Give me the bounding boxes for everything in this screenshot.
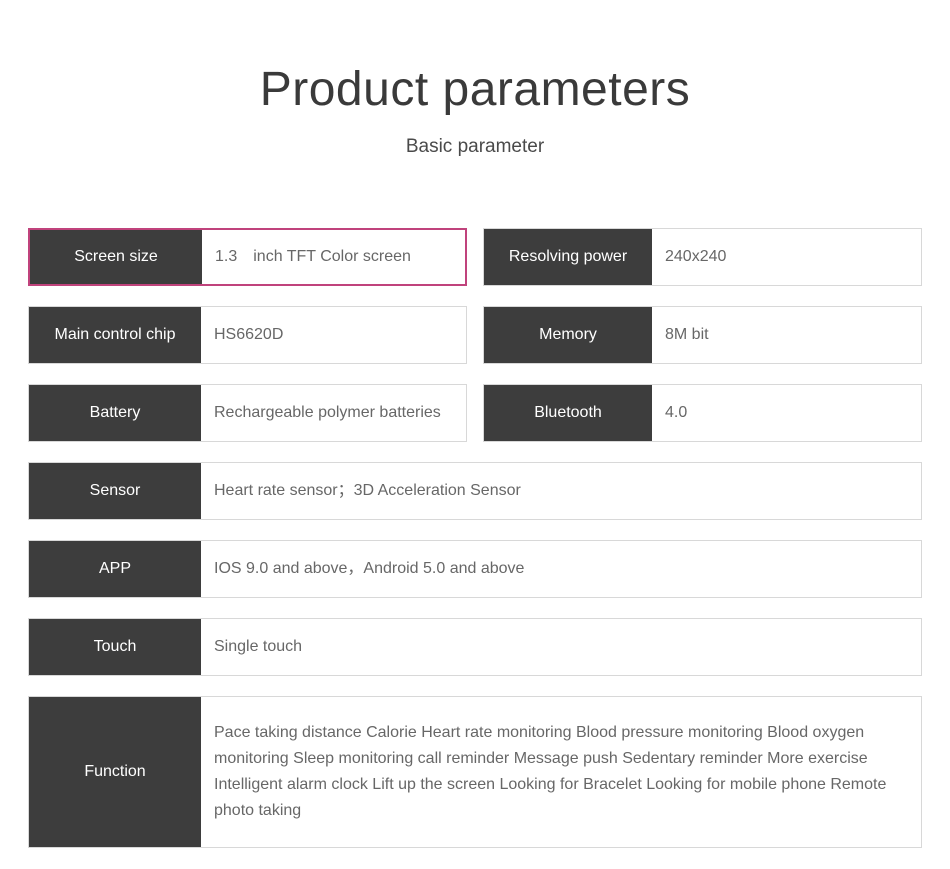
- param-value-battery: Rechargeable polymer batteries: [201, 385, 466, 441]
- param-row-memory[interactable]: Memory 8M bit: [483, 306, 922, 364]
- param-label-screen-size: Screen size: [30, 230, 202, 284]
- table-row: Touch Single touch: [28, 618, 922, 676]
- product-parameters-page: Product parameters Basic parameter Scree…: [0, 0, 950, 869]
- param-value-main-control-chip: HS6620D: [201, 307, 466, 363]
- param-row-touch[interactable]: Touch Single touch: [28, 618, 922, 676]
- param-label-battery: Battery: [29, 385, 201, 441]
- param-label-memory: Memory: [484, 307, 652, 363]
- table-row: APP IOS 9.0 and above，Android 5.0 and ab…: [28, 540, 922, 598]
- param-row-screen-size[interactable]: Screen size 1.3 inch TFT Color screen: [28, 228, 467, 286]
- param-row-app[interactable]: APP IOS 9.0 and above，Android 5.0 and ab…: [28, 540, 922, 598]
- param-value-screen-size: 1.3 inch TFT Color screen: [202, 230, 465, 284]
- param-row-sensor[interactable]: Sensor Heart rate sensor；3D Acceleration…: [28, 462, 922, 520]
- param-value-sensor: Heart rate sensor；3D Acceleration Sensor: [201, 463, 921, 519]
- table-row: Sensor Heart rate sensor；3D Acceleration…: [28, 462, 922, 520]
- page-subtitle: Basic parameter: [405, 136, 545, 157]
- param-label-function: Function: [29, 697, 201, 847]
- param-value-app: IOS 9.0 and above，Android 5.0 and above: [201, 541, 921, 597]
- parameters-table: Screen size 1.3 inch TFT Color screen Re…: [28, 228, 922, 868]
- table-row: Function Pace taking distance Calorie He…: [28, 696, 922, 848]
- param-row-resolving-power[interactable]: Resolving power 240x240: [483, 228, 922, 286]
- param-label-main-control-chip: Main control chip: [29, 307, 201, 363]
- param-label-bluetooth: Bluetooth: [484, 385, 652, 441]
- param-row-bluetooth[interactable]: Bluetooth 4.0: [483, 384, 922, 442]
- param-row-main-control-chip[interactable]: Main control chip HS6620D: [28, 306, 467, 364]
- page-title: Product parameters: [259, 63, 691, 116]
- param-value-function-text: Pace taking distance Calorie Heart rate …: [214, 724, 887, 819]
- param-value-function: Pace taking distance Calorie Heart rate …: [201, 697, 921, 847]
- param-label-touch: Touch: [29, 619, 201, 675]
- param-row-function[interactable]: Function Pace taking distance Calorie He…: [28, 696, 922, 848]
- param-value-resolving-power: 240x240: [652, 229, 921, 285]
- table-row: Main control chip HS6620D Memory 8M bit: [28, 306, 922, 364]
- param-value-memory: 8M bit: [652, 307, 921, 363]
- table-row: Battery Rechargeable polymer batteries B…: [28, 384, 922, 442]
- param-label-app: APP: [29, 541, 201, 597]
- param-value-bluetooth: 4.0: [652, 385, 921, 441]
- param-label-sensor: Sensor: [29, 463, 201, 519]
- table-row: Screen size 1.3 inch TFT Color screen Re…: [28, 228, 922, 286]
- param-value-battery-text: Rechargeable polymer batteries: [214, 403, 441, 421]
- param-value-touch: Single touch: [201, 619, 921, 675]
- param-row-battery[interactable]: Battery Rechargeable polymer batteries: [28, 384, 467, 442]
- param-label-resolving-power: Resolving power: [484, 229, 652, 285]
